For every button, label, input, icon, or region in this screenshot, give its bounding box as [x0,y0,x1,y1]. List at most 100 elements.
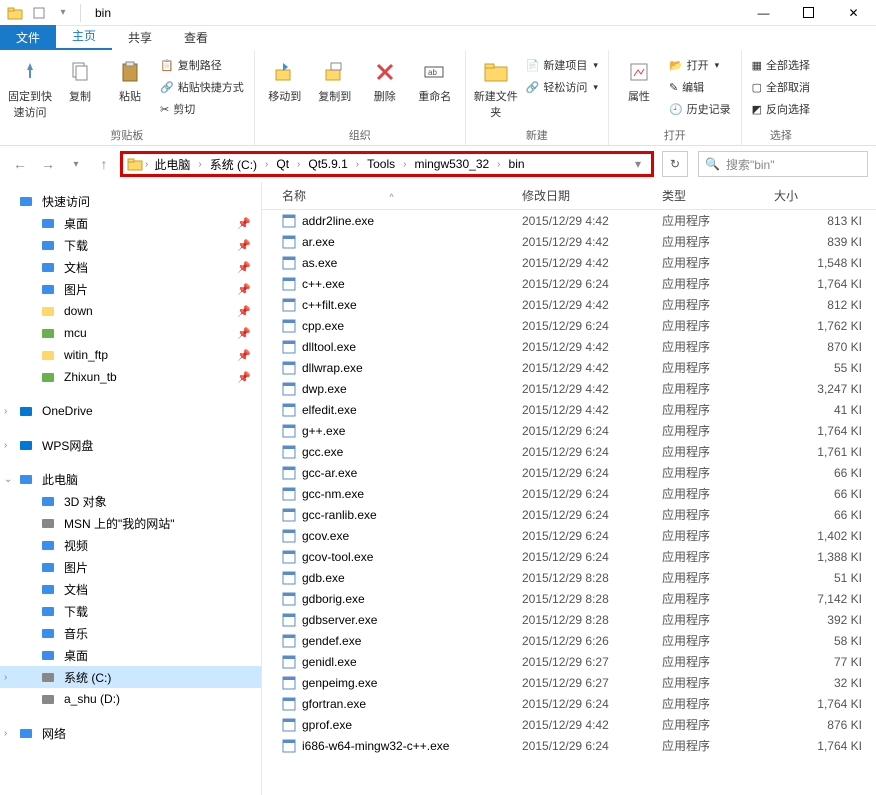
file-row[interactable]: i686-w64-mingw32-c++.exe2015/12/29 6:24应… [262,735,876,756]
file-row[interactable]: gfortran.exe2015/12/29 6:24应用程序1,764 KI [262,693,876,714]
address-dropdown[interactable]: ▾ [629,157,647,171]
file-row[interactable]: genpeimg.exe2015/12/29 6:27应用程序32 KI [262,672,876,693]
pin-to-quick-access-button[interactable]: 固定到快速访问 [6,54,54,125]
expand-icon[interactable]: ⌄ [4,474,12,485]
column-type[interactable]: 类型 [654,187,766,204]
new-folder-button[interactable]: 新建文件夹 [472,54,520,125]
file-row[interactable]: gcc-ar.exe2015/12/29 6:24应用程序66 KI [262,462,876,483]
breadcrumb-item[interactable]: 系统 (C:) [206,154,261,175]
nav-item[interactable]: 3D 对象 [0,490,261,512]
paste-shortcut-button[interactable]: 🔗粘贴快捷方式 [156,76,248,98]
select-all-button[interactable]: ▦全部选择 [748,54,814,76]
expand-icon[interactable]: › [4,440,7,451]
breadcrumb-item[interactable]: mingw530_32 [410,155,493,173]
copy-to-button[interactable]: 复制到 [311,54,359,125]
file-row[interactable]: gendef.exe2015/12/29 6:26应用程序58 KI [262,630,876,651]
nav-item[interactable]: 文档 [0,578,261,600]
minimize-button[interactable]: — [741,0,786,26]
file-row[interactable]: gcov-tool.exe2015/12/29 6:24应用程序1,388 KI [262,546,876,567]
nav-item[interactable]: 图片📌 [0,278,261,300]
search-input[interactable]: 🔍 搜索"bin" [698,151,868,177]
chevron-right-icon[interactable]: › [198,159,201,170]
file-row[interactable]: dlltool.exe2015/12/29 4:42应用程序870 KI [262,336,876,357]
tab-share[interactable]: 共享 [112,25,168,50]
invert-selection-button[interactable]: ◩反向选择 [748,98,814,120]
breadcrumb-item[interactable]: Qt [272,155,293,173]
file-row[interactable]: elfedit.exe2015/12/29 4:42应用程序41 KI [262,399,876,420]
properties-button[interactable]: 属性 [615,54,663,125]
column-size[interactable]: 大小 [766,187,876,204]
maximize-button[interactable] [786,0,831,26]
copy-path-button[interactable]: 📋复制路径 [156,54,248,76]
file-row[interactable]: c++filt.exe2015/12/29 4:42应用程序812 KI [262,294,876,315]
file-row[interactable]: gdb.exe2015/12/29 8:28应用程序51 KI [262,567,876,588]
file-row[interactable]: gcc-nm.exe2015/12/29 6:24应用程序66 KI [262,483,876,504]
nav-item[interactable]: ›系统 (C:) [0,666,261,688]
file-row[interactable]: gcc.exe2015/12/29 6:24应用程序1,761 KI [262,441,876,462]
file-row[interactable]: ar.exe2015/12/29 4:42应用程序839 KI [262,231,876,252]
chevron-right-icon[interactable]: › [497,159,500,170]
nav-item[interactable]: ›OneDrive [0,400,261,422]
file-row[interactable]: gdbserver.exe2015/12/29 8:28应用程序392 KI [262,609,876,630]
nav-item[interactable]: 桌面📌 [0,212,261,234]
cut-button[interactable]: ✂剪切 [156,98,248,120]
file-row[interactable]: as.exe2015/12/29 4:42应用程序1,548 KI [262,252,876,273]
easy-access-button[interactable]: 🔗轻松访问▾ [522,76,602,98]
expand-icon[interactable]: › [4,728,7,739]
tab-view[interactable]: 查看 [168,25,224,50]
nav-item[interactable]: 桌面 [0,644,261,666]
select-none-button[interactable]: ▢全部取消 [748,76,814,98]
nav-item[interactable]: 下载 [0,600,261,622]
up-button[interactable]: ↑ [92,152,116,176]
chevron-right-icon[interactable]: › [297,159,300,170]
new-item-button[interactable]: 📄新建项目▾ [522,54,602,76]
file-row[interactable]: dwp.exe2015/12/29 4:42应用程序3,247 KI [262,378,876,399]
file-row[interactable]: gcc-ranlib.exe2015/12/29 6:24应用程序66 KI [262,504,876,525]
nav-item[interactable]: ›网络 [0,722,261,744]
chevron-right-icon[interactable]: › [356,159,359,170]
nav-item[interactable]: 音乐 [0,622,261,644]
move-to-button[interactable]: 移动到 [261,54,309,125]
file-row[interactable]: genidl.exe2015/12/29 6:27应用程序77 KI [262,651,876,672]
file-row[interactable]: gcov.exe2015/12/29 6:24应用程序1,402 KI [262,525,876,546]
nav-item[interactable]: 视频 [0,534,261,556]
chevron-right-icon[interactable]: › [265,159,268,170]
file-row[interactable]: dllwrap.exe2015/12/29 4:42应用程序55 KI [262,357,876,378]
nav-item[interactable]: 文档📌 [0,256,261,278]
column-date[interactable]: 修改日期 [514,187,654,204]
breadcrumb-item[interactable]: Qt5.9.1 [304,155,351,173]
nav-item[interactable]: 图片 [0,556,261,578]
chevron-right-icon[interactable]: › [145,159,148,170]
nav-item[interactable]: ›WPS网盘 [0,434,261,456]
refresh-button[interactable]: ↻ [662,151,688,177]
nav-item[interactable]: mcu📌 [0,322,261,344]
qat-item[interactable] [28,2,50,24]
folder-icon[interactable] [4,2,26,24]
nav-item[interactable]: witin_ftp📌 [0,344,261,366]
nav-item[interactable]: a_shu (D:) [0,688,261,710]
edit-button[interactable]: ✎编辑 [665,76,735,98]
file-row[interactable]: c++.exe2015/12/29 6:24应用程序1,764 KI [262,273,876,294]
nav-item[interactable]: ⌄此电脑 [0,468,261,490]
breadcrumb-item[interactable]: 此电脑 [150,154,194,175]
qat-chevron[interactable]: ▾ [52,2,74,24]
file-row[interactable]: addr2line.exe2015/12/29 4:42应用程序813 KI [262,210,876,231]
delete-button[interactable]: 删除 [361,54,409,125]
forward-button[interactable]: → [36,152,60,176]
paste-button[interactable]: 粘贴 [106,54,154,125]
recent-dropdown[interactable]: ▾ [64,152,88,176]
tab-home[interactable]: 主页 [56,23,112,50]
column-name[interactable]: 名称 ^ [262,187,514,204]
expand-icon[interactable]: › [4,672,7,683]
file-row[interactable]: gdborig.exe2015/12/29 8:28应用程序7,142 KI [262,588,876,609]
rename-button[interactable]: ab重命名 [411,54,459,125]
breadcrumb-item[interactable]: Tools [363,155,399,173]
nav-item[interactable]: Zhixun_tb📌 [0,366,261,388]
open-button[interactable]: 📂打开▾ [665,54,735,76]
file-row[interactable]: gprof.exe2015/12/29 4:42应用程序876 KI [262,714,876,735]
nav-item[interactable]: 下载📌 [0,234,261,256]
back-button[interactable]: ← [8,152,32,176]
tab-file[interactable]: 文件 [0,25,56,50]
file-row[interactable]: cpp.exe2015/12/29 6:24应用程序1,762 KI [262,315,876,336]
nav-item[interactable]: down📌 [0,300,261,322]
